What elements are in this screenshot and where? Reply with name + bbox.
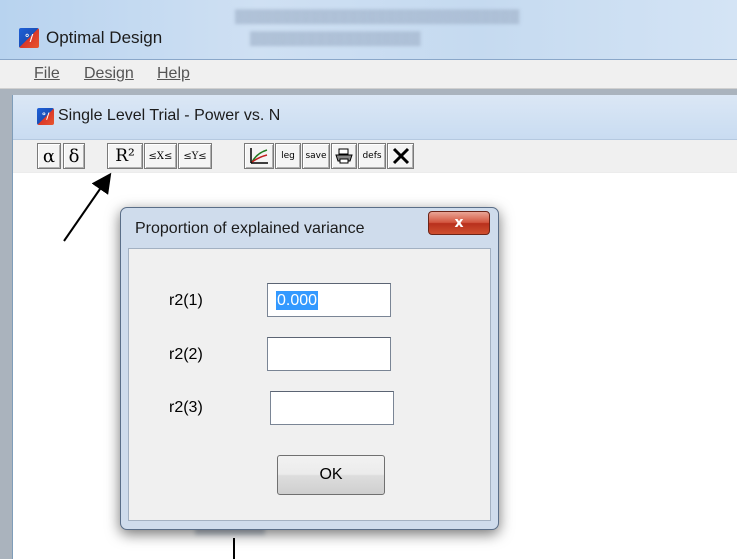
x-range-button[interactable]: ≤X≤ [144, 143, 177, 169]
y-range-button[interactable]: ≤Y≤ [178, 143, 212, 169]
print-button[interactable] [331, 143, 357, 169]
child-title-bar[interactable]: °/ Single Level Trial - Power vs. N [13, 95, 737, 140]
r2-2-input[interactable] [267, 337, 391, 371]
alpha-button[interactable]: α [37, 143, 61, 169]
ok-button[interactable]: OK [277, 455, 385, 495]
r2-1-input[interactable]: 0.000 [267, 283, 391, 317]
delta-button[interactable]: δ [63, 143, 85, 169]
child-app-icon: °/ [37, 108, 54, 125]
r2-2-label: r2(2) [169, 346, 203, 363]
explained-variance-dialog: Proportion of explained variance x r2(1)… [120, 207, 499, 530]
menu-file[interactable]: File [34, 65, 60, 83]
graph-button[interactable] [244, 143, 274, 169]
blurred-background-text: ▓▓▓▓▓▓▓▓▓▓▓▓▓▓▓▓▓▓ [250, 30, 421, 45]
close-x-icon [392, 147, 409, 165]
r2-1-selected-value: 0.000 [276, 291, 319, 310]
close-toolbar-button[interactable] [387, 143, 414, 169]
main-title-bar[interactable]: ▓▓▓▓▓▓▓▓▓▓▓▓▓▓▓▓▓▓▓▓▓▓▓▓▓▓▓▓▓▓ ▓▓▓▓▓▓▓▓▓… [0, 0, 737, 60]
dialog-close-button[interactable]: x [428, 211, 490, 235]
menu-design[interactable]: Design [84, 65, 134, 83]
app-icon: °/ [19, 28, 39, 48]
menu-help[interactable]: Help [157, 65, 190, 83]
graph-icon [250, 148, 268, 164]
toolbar: α δ R² ≤X≤ ≤Y≤ leg save defs [13, 140, 737, 173]
defs-button[interactable]: defs [358, 143, 386, 169]
printer-icon [335, 148, 353, 164]
child-window-title: Single Level Trial - Power vs. N [58, 107, 281, 124]
legend-button[interactable]: leg [275, 143, 301, 169]
main-window-title: Optimal Design [46, 28, 163, 47]
r2-button[interactable]: R² [107, 143, 143, 169]
r2-3-label: r2(3) [169, 399, 203, 416]
dialog-title: Proportion of explained variance [135, 220, 365, 237]
blurred-background-text: ▓▓▓▓▓▓▓▓▓▓▓▓▓▓▓▓▓▓▓▓▓▓▓▓▓▓▓▓▓▓ [235, 8, 520, 23]
menu-bar: File Design Help [0, 60, 737, 89]
r2-1-label: r2(1) [169, 292, 203, 309]
dialog-client-area: r2(1) 0.000 r2(2) r2(3) OK [128, 248, 491, 521]
close-icon: x [454, 215, 464, 231]
save-button[interactable]: save [302, 143, 330, 169]
r2-3-input[interactable] [270, 391, 394, 425]
